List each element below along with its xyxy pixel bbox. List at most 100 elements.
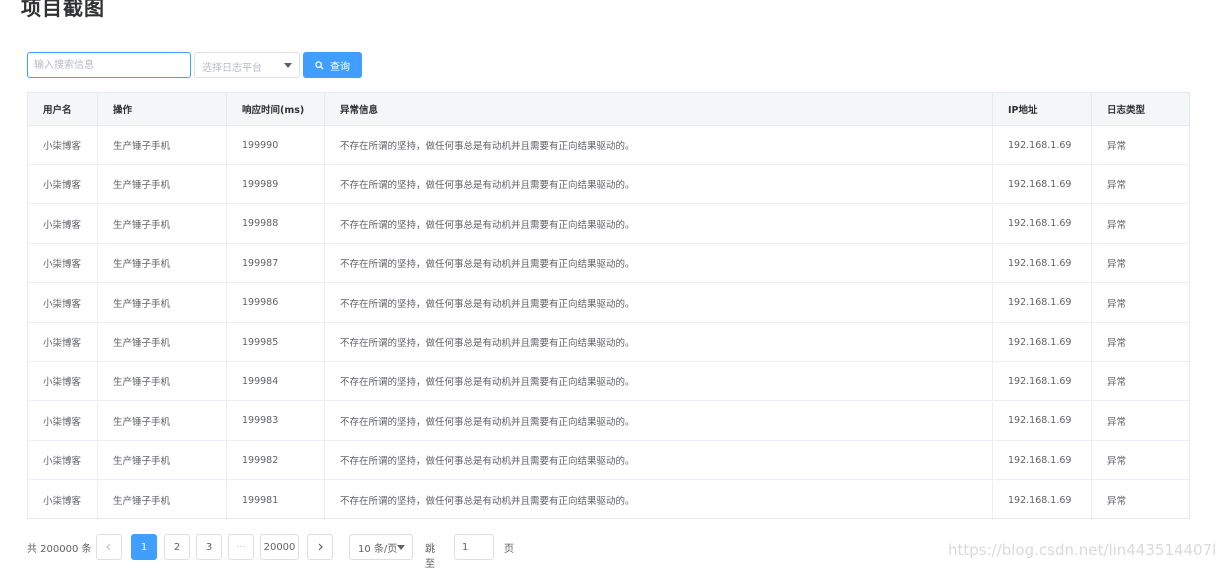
- cell-response-time: 199990: [227, 126, 325, 164]
- cell-operation: 生产锤子手机: [98, 165, 227, 204]
- cell-log-type: 异常: [1107, 259, 1127, 271]
- cell-ip-address: 192.168.1.69: [993, 126, 1092, 164]
- cell-username: 小柒博客: [28, 401, 98, 440]
- column-header-operation[interactable]: 操作: [98, 93, 227, 125]
- cell-username: 小柒博客: [28, 441, 98, 480]
- cell-operation: 生产锤子手机: [98, 323, 227, 361]
- cell-log-type: 异常: [1107, 416, 1127, 428]
- table-row[interactable]: 小柒博客 生产锤子手机 199982 不存在所谓的坚持，做任何事总是有动机并且需要有正…: [28, 441, 1189, 481]
- cell-operation: 生产锤子手机: [98, 204, 227, 243]
- cell-exception-info: 不存在所谓的坚持，做任何事总是有动机并且需要有正向结果驱动的。: [325, 362, 993, 401]
- cell-exception-info: 不存在所谓的坚持，做任何事总是有动机并且需要有正向结果驱动的。: [325, 283, 993, 322]
- table-row[interactable]: 小柒博客 生产锤子手机 199986 不存在所谓的坚持，做任何事总是有动机并且需要有正…: [28, 283, 1189, 323]
- platform-select-placeholder: 选择日志平台: [202, 63, 262, 74]
- page-size-select[interactable]: 10 条/页: [349, 534, 413, 560]
- page-label: 页: [504, 544, 514, 555]
- cell-username: 小柒博客: [28, 204, 98, 243]
- search-input[interactable]: [27, 52, 191, 78]
- cell-operation: 生产锤子手机: [98, 401, 227, 440]
- cell-username: 小柒博客: [28, 480, 98, 520]
- cell-log-type: 异常: [1107, 377, 1127, 389]
- cell-log-type: 异常: [1107, 298, 1127, 310]
- chevron-right-icon: [318, 543, 323, 551]
- cell-log-type: 异常: [1107, 456, 1127, 468]
- cell-username: 小柒博客: [28, 323, 98, 361]
- cell-ip-address: 192.168.1.69: [993, 244, 1092, 283]
- log-table: 用户名 操作 响应时间(ms) 异常信息 IP地址 日志类型 小柒博客 生产锤子手…: [27, 92, 1191, 520]
- cell-exception-info: 不存在所谓的坚持，做任何事总是有动机并且需要有正向结果驱动的。: [325, 126, 993, 164]
- cell-username: 小柒博客: [28, 283, 98, 322]
- cell-log-type: 异常: [1107, 496, 1127, 508]
- cell-log-type: 异常: [1107, 338, 1127, 349]
- table-row[interactable]: 小柒博客 生产锤子手机 199989 不存在所谓的坚持，做任何事总是有动机并且需要有正…: [28, 165, 1189, 205]
- cell-username: 小柒博客: [28, 362, 98, 401]
- cell-response-time: 199988: [227, 204, 325, 243]
- cell-operation: 生产锤子手机: [98, 126, 227, 164]
- watermark: https://blog.csdn.net/lin443514407lin: [948, 541, 1216, 559]
- cell-username: 小柒博客: [28, 244, 98, 283]
- platform-select[interactable]: 选择日志平台: [194, 52, 300, 78]
- cell-response-time: 199986: [227, 283, 325, 322]
- cell-ip-address: 192.168.1.69: [993, 441, 1092, 480]
- more-pages-button[interactable]: ···: [228, 534, 254, 560]
- page-button-2[interactable]: 2: [164, 534, 190, 560]
- jump-page-input[interactable]: [454, 534, 494, 560]
- table-row[interactable]: 小柒博客 生产锤子手机 199990 不存在所谓的坚持，做任何事总是有动机并且需要有正…: [28, 126, 1189, 165]
- cell-exception-info: 不存在所谓的坚持，做任何事总是有动机并且需要有正向结果驱动的。: [325, 244, 993, 283]
- table-row[interactable]: 小柒博客 生产锤子手机 199984 不存在所谓的坚持，做任何事总是有动机并且需要有正…: [28, 362, 1189, 402]
- table-row[interactable]: 小柒博客 生产锤子手机 199988 不存在所谓的坚持，做任何事总是有动机并且需要有正…: [28, 204, 1189, 244]
- query-button[interactable]: 查询: [303, 52, 362, 78]
- table-row[interactable]: 小柒博客 生产锤子手机 199981 不存在所谓的坚持，做任何事总是有动机并且需要有正…: [28, 480, 1189, 520]
- caret-down-icon: [397, 545, 405, 550]
- cell-ip-address: 192.168.1.69: [993, 401, 1092, 440]
- cell-ip-address: 192.168.1.69: [993, 480, 1092, 520]
- cell-response-time: 199982: [227, 441, 325, 480]
- cell-exception-info: 不存在所谓的坚持，做任何事总是有动机并且需要有正向结果驱动的。: [325, 401, 993, 440]
- cell-log-type: 异常: [1107, 141, 1127, 152]
- pagination-total: 共 200000 条: [27, 544, 92, 555]
- cell-operation: 生产锤子手机: [98, 283, 227, 322]
- column-header-exception-info[interactable]: 异常信息: [325, 93, 993, 125]
- cell-response-time: 199983: [227, 401, 325, 440]
- cell-operation: 生产锤子手机: [98, 244, 227, 283]
- cell-ip-address: 192.168.1.69: [993, 165, 1092, 204]
- cell-response-time: 199989: [227, 165, 325, 204]
- cell-ip-address: 192.168.1.69: [993, 204, 1092, 243]
- cell-response-time: 199985: [227, 323, 325, 361]
- prev-page-button[interactable]: [96, 534, 122, 560]
- table-row[interactable]: 小柒博客 生产锤子手机 199987 不存在所谓的坚持，做任何事总是有动机并且需要有正…: [28, 244, 1189, 284]
- cell-log-type: 异常: [1107, 180, 1127, 192]
- cell-log-type: 异常: [1107, 219, 1127, 231]
- column-header-ip-address[interactable]: IP地址: [993, 93, 1092, 125]
- cell-ip-address: 192.168.1.69: [993, 283, 1092, 322]
- table-row[interactable]: 小柒博客 生产锤子手机 199985 不存在所谓的坚持，做任何事总是有动机并且需要有正…: [28, 323, 1189, 362]
- column-header-username[interactable]: 用户名: [28, 93, 98, 125]
- search-icon: [315, 60, 324, 70]
- chevron-left-icon: [106, 543, 111, 551]
- cell-operation: 生产锤子手机: [98, 480, 227, 520]
- cell-response-time: 199987: [227, 244, 325, 283]
- cell-operation: 生产锤子手机: [98, 362, 227, 401]
- cell-response-time: 199981: [227, 480, 325, 520]
- next-page-button[interactable]: [307, 534, 333, 560]
- cell-exception-info: 不存在所谓的坚持，做任何事总是有动机并且需要有正向结果驱动的。: [325, 480, 993, 520]
- cell-username: 小柒博客: [28, 165, 98, 204]
- cell-ip-address: 192.168.1.69: [993, 323, 1092, 361]
- caret-down-icon: [284, 63, 292, 68]
- column-header-response-time[interactable]: 响应时间(ms): [227, 93, 325, 125]
- page-button-3[interactable]: 3: [196, 534, 222, 560]
- cell-username: 小柒博客: [28, 126, 98, 164]
- query-button-label: 查询: [330, 61, 350, 73]
- cell-operation: 生产锤子手机: [98, 441, 227, 480]
- cell-exception-info: 不存在所谓的坚持，做任何事总是有动机并且需要有正向结果驱动的。: [325, 441, 993, 480]
- page-button-last[interactable]: 20000: [260, 534, 299, 560]
- cell-exception-info: 不存在所谓的坚持，做任何事总是有动机并且需要有正向结果驱动的。: [325, 204, 993, 243]
- column-header-log-type[interactable]: 日志类型: [1092, 93, 1191, 125]
- jump-label: 跳至: [425, 544, 435, 570]
- page-button-1[interactable]: 1: [131, 534, 157, 560]
- cell-ip-address: 192.168.1.69: [993, 362, 1092, 401]
- cell-response-time: 199984: [227, 362, 325, 401]
- page-size-value: 10 条/页: [358, 543, 398, 555]
- table-row[interactable]: 小柒博客 生产锤子手机 199983 不存在所谓的坚持，做任何事总是有动机并且需要有正…: [28, 401, 1189, 441]
- cell-exception-info: 不存在所谓的坚持，做任何事总是有动机并且需要有正向结果驱动的。: [325, 165, 993, 204]
